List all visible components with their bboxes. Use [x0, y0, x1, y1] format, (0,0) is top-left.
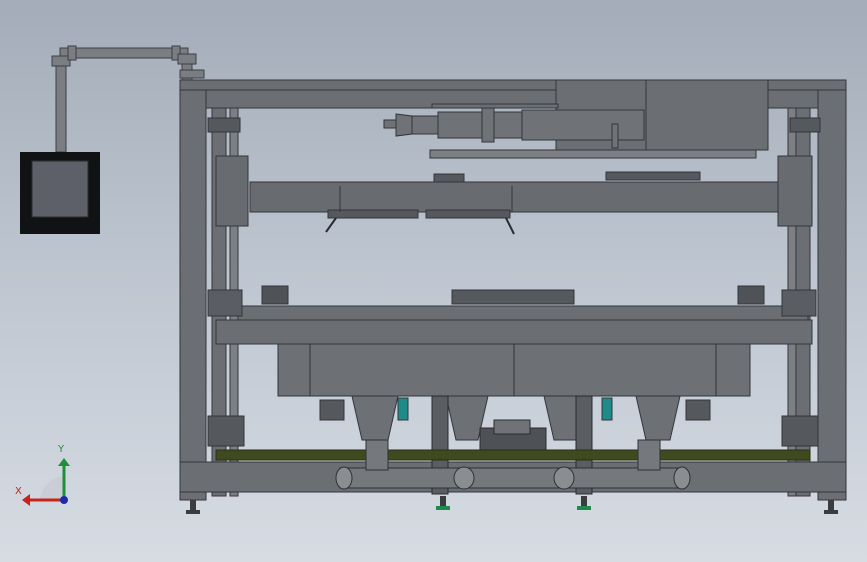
x-axis-label: X [15, 486, 22, 497]
leveling-feet [186, 496, 838, 514]
cad-viewport[interactable]: Y X [0, 0, 867, 562]
hmi-panel[interactable] [20, 152, 100, 234]
floor-base [215, 449, 811, 461]
z-axis-point [60, 496, 68, 504]
y-axis-label: Y [58, 444, 65, 455]
upper-carriage [215, 155, 813, 235]
machine-model[interactable] [0, 0, 867, 562]
axis-triad [22, 458, 70, 506]
mid-platform [207, 285, 817, 345]
